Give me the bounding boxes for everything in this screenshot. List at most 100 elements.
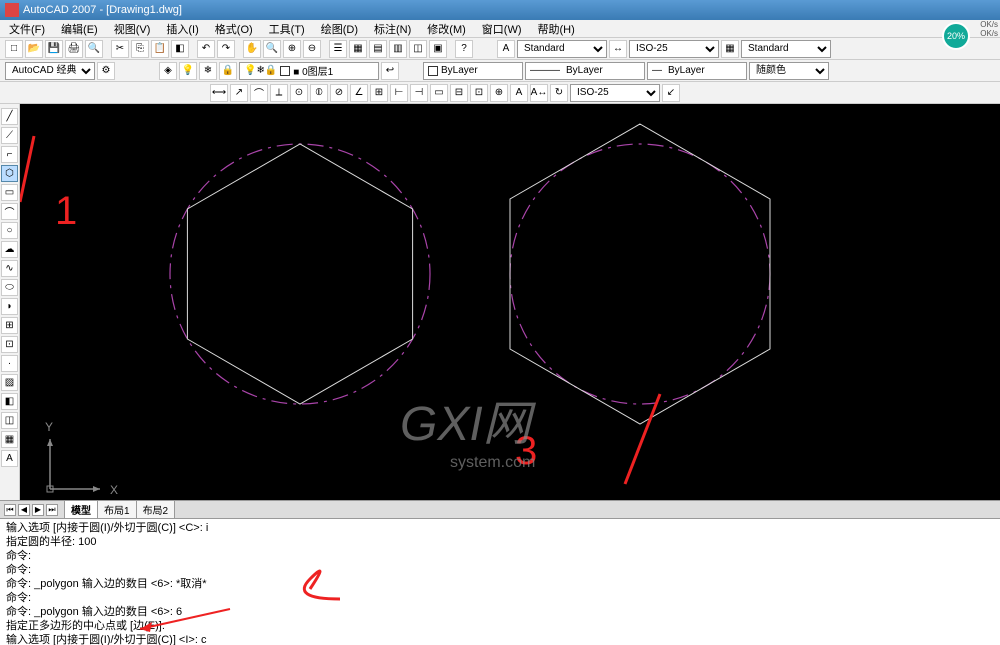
layer-lock-icon[interactable]: 🔒 (219, 62, 237, 80)
dim-break-icon[interactable]: ⊟ (450, 84, 468, 102)
ellipse-icon[interactable]: ⬭ (1, 279, 18, 296)
layer-prev-icon[interactable]: ↩ (381, 62, 399, 80)
preview-icon[interactable]: 🔍 (85, 40, 103, 58)
menu-help[interactable]: 帮助(H) (534, 21, 579, 37)
hatch-icon[interactable]: ▨ (1, 374, 18, 391)
designcenter-icon[interactable]: ▦ (349, 40, 367, 58)
block-insert-icon[interactable]: ⊞ (1, 317, 18, 334)
undo-icon[interactable]: ↶ (197, 40, 215, 58)
spline-icon[interactable]: ∿ (1, 260, 18, 277)
tab-layout2[interactable]: 布局2 (136, 500, 176, 519)
properties-icon[interactable]: ☰ (329, 40, 347, 58)
textstyle-icon[interactable]: A (497, 40, 515, 58)
dim-radius-icon[interactable]: ⊙ (290, 84, 308, 102)
dim-ordinate-icon[interactable]: ⟂ (270, 84, 288, 102)
menu-insert[interactable]: 插入(I) (162, 21, 202, 37)
center-mark-icon[interactable]: ⊕ (490, 84, 508, 102)
dim-space-icon[interactable]: ▭ (430, 84, 448, 102)
menu-draw[interactable]: 绘图(D) (317, 21, 362, 37)
tab-layout1[interactable]: 布局1 (97, 500, 137, 519)
circle-icon[interactable]: ○ (1, 222, 18, 239)
save-icon[interactable]: 💾 (45, 40, 63, 58)
xline-icon[interactable]: ⟋ (1, 127, 18, 144)
menu-window[interactable]: 窗口(W) (478, 21, 526, 37)
dim-style-select[interactable]: ISO-25 (629, 40, 719, 58)
sheet-icon[interactable]: ▥ (389, 40, 407, 58)
dim-update-icon[interactable]: ↻ (550, 84, 568, 102)
menu-file[interactable]: 文件(F) (5, 21, 49, 37)
tablestyle-icon[interactable]: ▦ (721, 40, 739, 58)
menu-tools[interactable]: 工具(T) (265, 21, 309, 37)
toolpalette-icon[interactable]: ▤ (369, 40, 387, 58)
dim-aligned-icon[interactable]: ↗ (230, 84, 248, 102)
dim-linear-icon[interactable]: ⟷ (210, 84, 228, 102)
pan-icon[interactable]: ✋ (243, 40, 261, 58)
copy-icon[interactable]: ⎘ (131, 40, 149, 58)
zoom-window-icon[interactable]: ⊕ (283, 40, 301, 58)
dim-style-dropdown[interactable]: ISO-25 (570, 84, 660, 102)
tab-first-icon[interactable]: ⏮ (4, 504, 16, 516)
tab-model[interactable]: 模型 (64, 500, 98, 519)
zoom-prev-icon[interactable]: ⊖ (303, 40, 321, 58)
arc-icon[interactable]: ⌒ (1, 203, 18, 220)
dim-baseline-icon[interactable]: ⊢ (390, 84, 408, 102)
linetype-select[interactable]: ———ByLayer (525, 62, 645, 80)
color-select[interactable]: ByLayer (423, 62, 523, 80)
cut-icon[interactable]: ✂ (111, 40, 129, 58)
dim-style-icon[interactable]: ↙ (662, 84, 680, 102)
new-icon[interactable]: □ (5, 40, 23, 58)
ellipse-arc-icon[interactable]: ◗ (1, 298, 18, 315)
point-icon[interactable]: · (1, 355, 18, 372)
tab-prev-icon[interactable]: ◀ (18, 504, 30, 516)
polyline-icon[interactable]: ⌐ (1, 146, 18, 163)
menu-edit[interactable]: 编辑(E) (57, 21, 102, 37)
layer-select[interactable]: 💡❄🔒 ■ 0图层1 (239, 62, 379, 80)
tab-last-icon[interactable]: ⏭ (46, 504, 58, 516)
tab-next-icon[interactable]: ▶ (32, 504, 44, 516)
line-icon[interactable]: ╱ (1, 108, 18, 125)
dim-edit-icon[interactable]: A (510, 84, 528, 102)
dimstyle-icon[interactable]: ↔ (609, 40, 627, 58)
table-icon[interactable]: ▦ (1, 431, 18, 448)
rectangle-icon[interactable]: ▭ (1, 184, 18, 201)
command-window[interactable]: 输入选项 [内接于圆(I)/外切于圆(C)] <C>: i 指定圆的半径: 10… (0, 518, 1000, 645)
menu-format[interactable]: 格式(O) (211, 21, 257, 37)
zoom-icon[interactable]: 🔍 (263, 40, 281, 58)
workspace-select[interactable]: AutoCAD 经典 (5, 62, 95, 80)
dim-tedit-icon[interactable]: A↔ (530, 84, 548, 102)
open-icon[interactable]: 📂 (25, 40, 43, 58)
menu-modify[interactable]: 修改(M) (423, 21, 470, 37)
help-icon[interactable]: ? (455, 40, 473, 58)
layer-on-icon[interactable]: 💡 (179, 62, 197, 80)
dim-arc-icon[interactable]: ⌒ (250, 84, 268, 102)
dim-continue-icon[interactable]: ⊣ (410, 84, 428, 102)
plotstyle-select[interactable]: 随颜色 (749, 62, 829, 80)
block-make-icon[interactable]: ⊡ (1, 336, 18, 353)
region-icon[interactable]: ◫ (1, 412, 18, 429)
print-icon[interactable]: 🖨 (65, 40, 83, 58)
table-style-select[interactable]: Standard (741, 40, 831, 58)
calc-icon[interactable]: ▣ (429, 40, 447, 58)
drawing-canvas[interactable]: X Y 1 3 GXI网 system.com (20, 104, 1000, 500)
lineweight-select[interactable]: —ByLayer (647, 62, 747, 80)
gradient-icon[interactable]: ◧ (1, 393, 18, 410)
workspace-settings-icon[interactable]: ⚙ (97, 62, 115, 80)
tolerance-icon[interactable]: ⊡ (470, 84, 488, 102)
revcloud-icon[interactable]: ☁ (1, 241, 18, 258)
text-style-select[interactable]: Standard (517, 40, 607, 58)
dim-angular-icon[interactable]: ∠ (350, 84, 368, 102)
polygon-icon[interactable]: ⬡ (1, 165, 18, 182)
dim-quick-icon[interactable]: ⊞ (370, 84, 388, 102)
mtext-icon[interactable]: A (1, 450, 18, 467)
menu-view[interactable]: 视图(V) (110, 21, 155, 37)
dim-jogged-icon[interactable]: ⦶ (310, 84, 328, 102)
layer-freeze-icon[interactable]: ❄ (199, 62, 217, 80)
menu-dimension[interactable]: 标注(N) (370, 21, 415, 37)
layer-manager-icon[interactable]: ◈ (159, 62, 177, 80)
communication-badge[interactable]: 20% (942, 22, 970, 50)
redo-icon[interactable]: ↷ (217, 40, 235, 58)
markup-icon[interactable]: ◫ (409, 40, 427, 58)
dim-diameter-icon[interactable]: ⊘ (330, 84, 348, 102)
match-icon[interactable]: ◧ (171, 40, 189, 58)
paste-icon[interactable]: 📋 (151, 40, 169, 58)
